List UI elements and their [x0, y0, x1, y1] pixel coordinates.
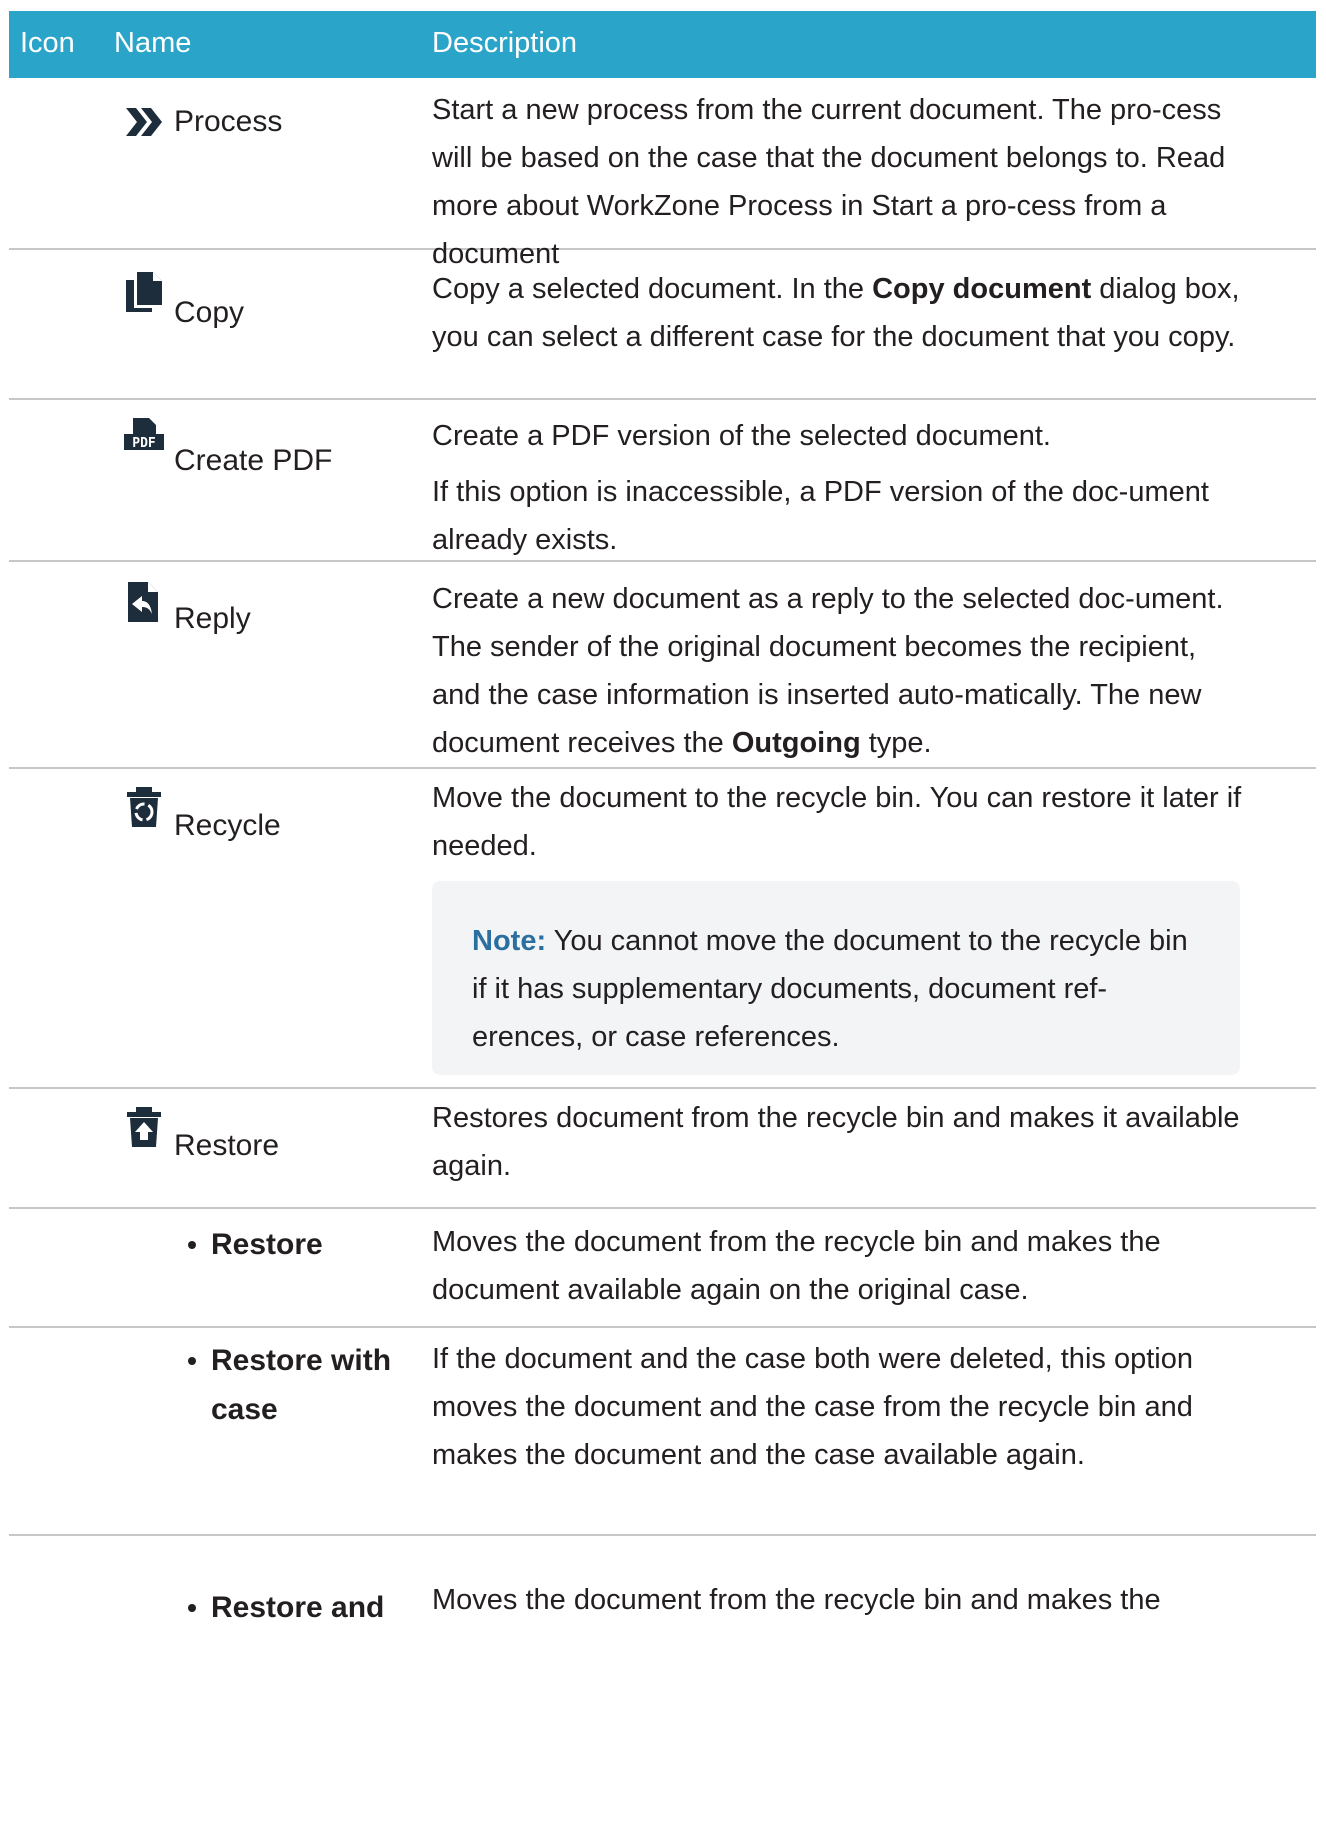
restore-bin-icon [122, 1105, 166, 1149]
table-row-recycle: Recycle Move the document to the recycle… [9, 769, 1316, 1089]
row-description: If the document and the case both were d… [432, 1343, 1193, 1471]
svg-text:PDF: PDF [132, 436, 156, 451]
row-description: Restores document from the recycle bin a… [432, 1102, 1240, 1182]
reply-document-icon [122, 580, 166, 624]
pdf-document-icon: PDF [122, 416, 166, 460]
row-description: Create a PDF version of the selected doc… [432, 420, 1051, 452]
table-row-create-pdf: PDF Create PDF Create a PDF version of t… [9, 400, 1316, 562]
header-description: Description [432, 27, 578, 59]
row-name: Reply [174, 602, 251, 635]
table-header: Icon Name Description [9, 11, 1316, 78]
copy-document-icon [122, 270, 166, 314]
row-name: Restore and [188, 1583, 451, 1632]
table-row-process: Process Start a new process from the cur… [9, 78, 1316, 270]
table-row-restore-option: Restore Moves the document from the recy… [9, 1209, 1316, 1328]
table-row-restore-and: Restore and Moves the document from the … [9, 1536, 1316, 1845]
row-description: Create a new document as a reply to the … [432, 583, 1224, 759]
row-name: Restore with case [188, 1336, 421, 1434]
row-name: Create PDF [174, 444, 333, 477]
row-name: Copy [174, 296, 245, 329]
row-name: Restore [174, 1129, 280, 1162]
row-description: Copy a selected document. In the Copy do… [432, 273, 1240, 353]
table-row-restore-with-case: Restore with case If the document and th… [9, 1328, 1316, 1536]
note-label: Note: [472, 925, 547, 957]
row-description: Moves the document from the recycle bin … [432, 1226, 1161, 1306]
row-description: Move the document to the recycle bin. Yo… [432, 782, 1242, 862]
table-row-restore: Restore Restores document from the recyc… [9, 1089, 1316, 1209]
header-icon: Icon [20, 27, 75, 59]
row-name: Recycle [174, 809, 281, 842]
row-description: Moves the document from the recycle bin … [432, 1584, 1161, 1616]
double-chevron-right-icon [122, 100, 166, 144]
note-text: You cannot move the document to the recy… [472, 925, 1188, 1053]
row-name: Process [174, 105, 283, 138]
table-row-copy: Copy Copy a selected document. In the Co… [9, 250, 1316, 400]
row-name: Restore [188, 1220, 451, 1269]
table-row-reply: Reply Create a new document as a reply t… [9, 562, 1316, 769]
note-box: Note: You cannot move the document to th… [432, 881, 1240, 1075]
row-description-extra: If this option is inaccessible, a PDF ve… [432, 476, 1209, 556]
recycle-bin-icon [122, 785, 166, 829]
header-name: Name [114, 27, 192, 59]
